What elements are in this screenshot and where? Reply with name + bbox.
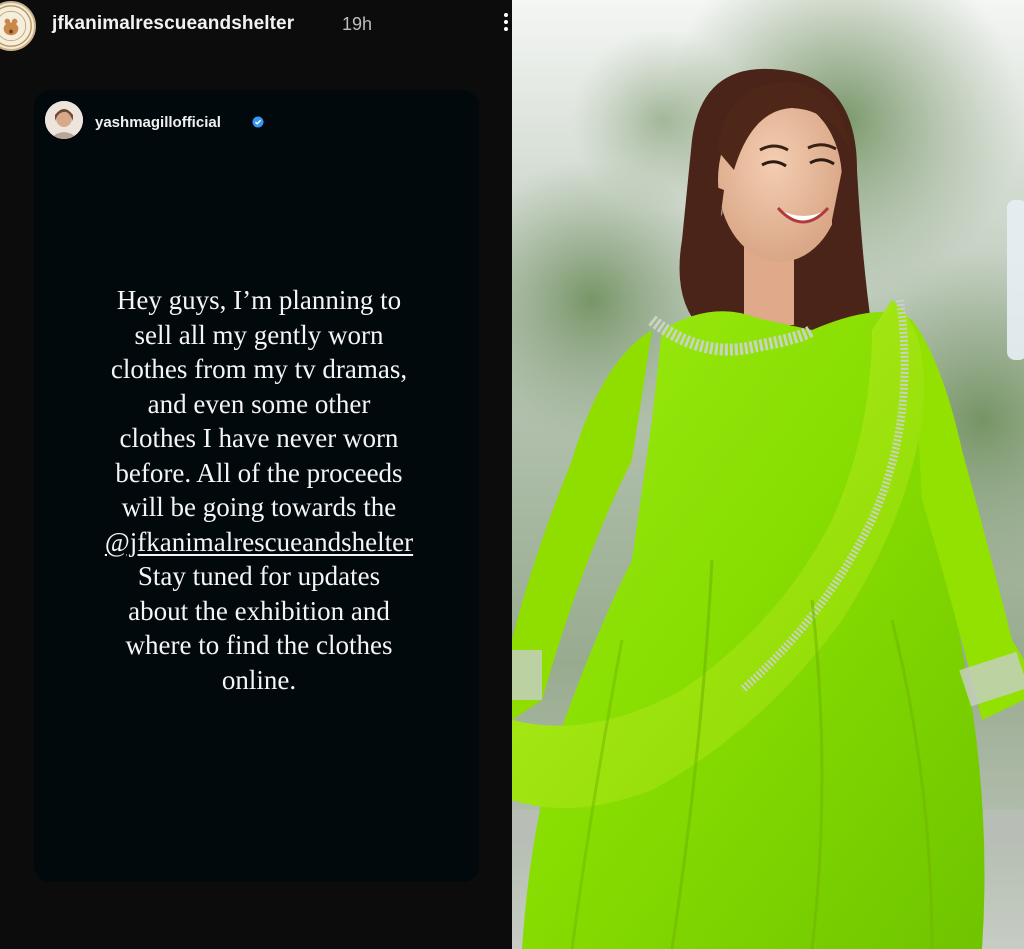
message-line: where to find the clothes: [125, 630, 393, 660]
message-line: sell all my gently worn: [134, 319, 384, 350]
message-line: clothes I have never worn: [119, 423, 399, 453]
story-username[interactable]: jfkanimalrescueandshelter: [52, 13, 294, 35]
shared-story-card[interactable]: yashmagillofficial Hey guys, I’m plannin…: [34, 90, 479, 882]
mention-link[interactable]: @jfkanimalrescueandshelter: [105, 527, 413, 557]
message-line: before. All of the proceeds: [115, 457, 403, 488]
story-timestamp: 19h: [342, 14, 373, 34]
portrait-photo: [512, 0, 1024, 949]
portrait-illustration: [512, 0, 1024, 949]
message-line: Hey guys, I’m planning to: [116, 285, 402, 315]
more-vertical-icon[interactable]: [502, 10, 510, 40]
shared-story-avatar[interactable]: [45, 101, 83, 139]
verified-badge-icon: [252, 116, 264, 128]
message-line: clothes from my tv dramas,: [110, 354, 408, 384]
message-line: and even some other: [147, 388, 371, 419]
story-header: jfkanimalrescueandshelter 19h: [0, 0, 512, 51]
message-line: online.: [221, 664, 297, 695]
message-line: about the exhibition and: [128, 595, 390, 626]
story-panel: jfkanimalrescueandshelter 19h yashmagill…: [0, 0, 512, 949]
screenshot: jfkanimalrescueandshelter 19h yashmagill…: [0, 0, 1024, 949]
message-line: will be going towards the: [121, 492, 397, 522]
shared-story-username[interactable]: yashmagillofficial: [95, 114, 221, 131]
story-message: Hey guys, I’m planning to sell all my ge…: [54, 283, 464, 697]
shelter-logo-icon[interactable]: [0, 1, 36, 51]
message-line: Stay tuned for updates: [137, 561, 381, 591]
